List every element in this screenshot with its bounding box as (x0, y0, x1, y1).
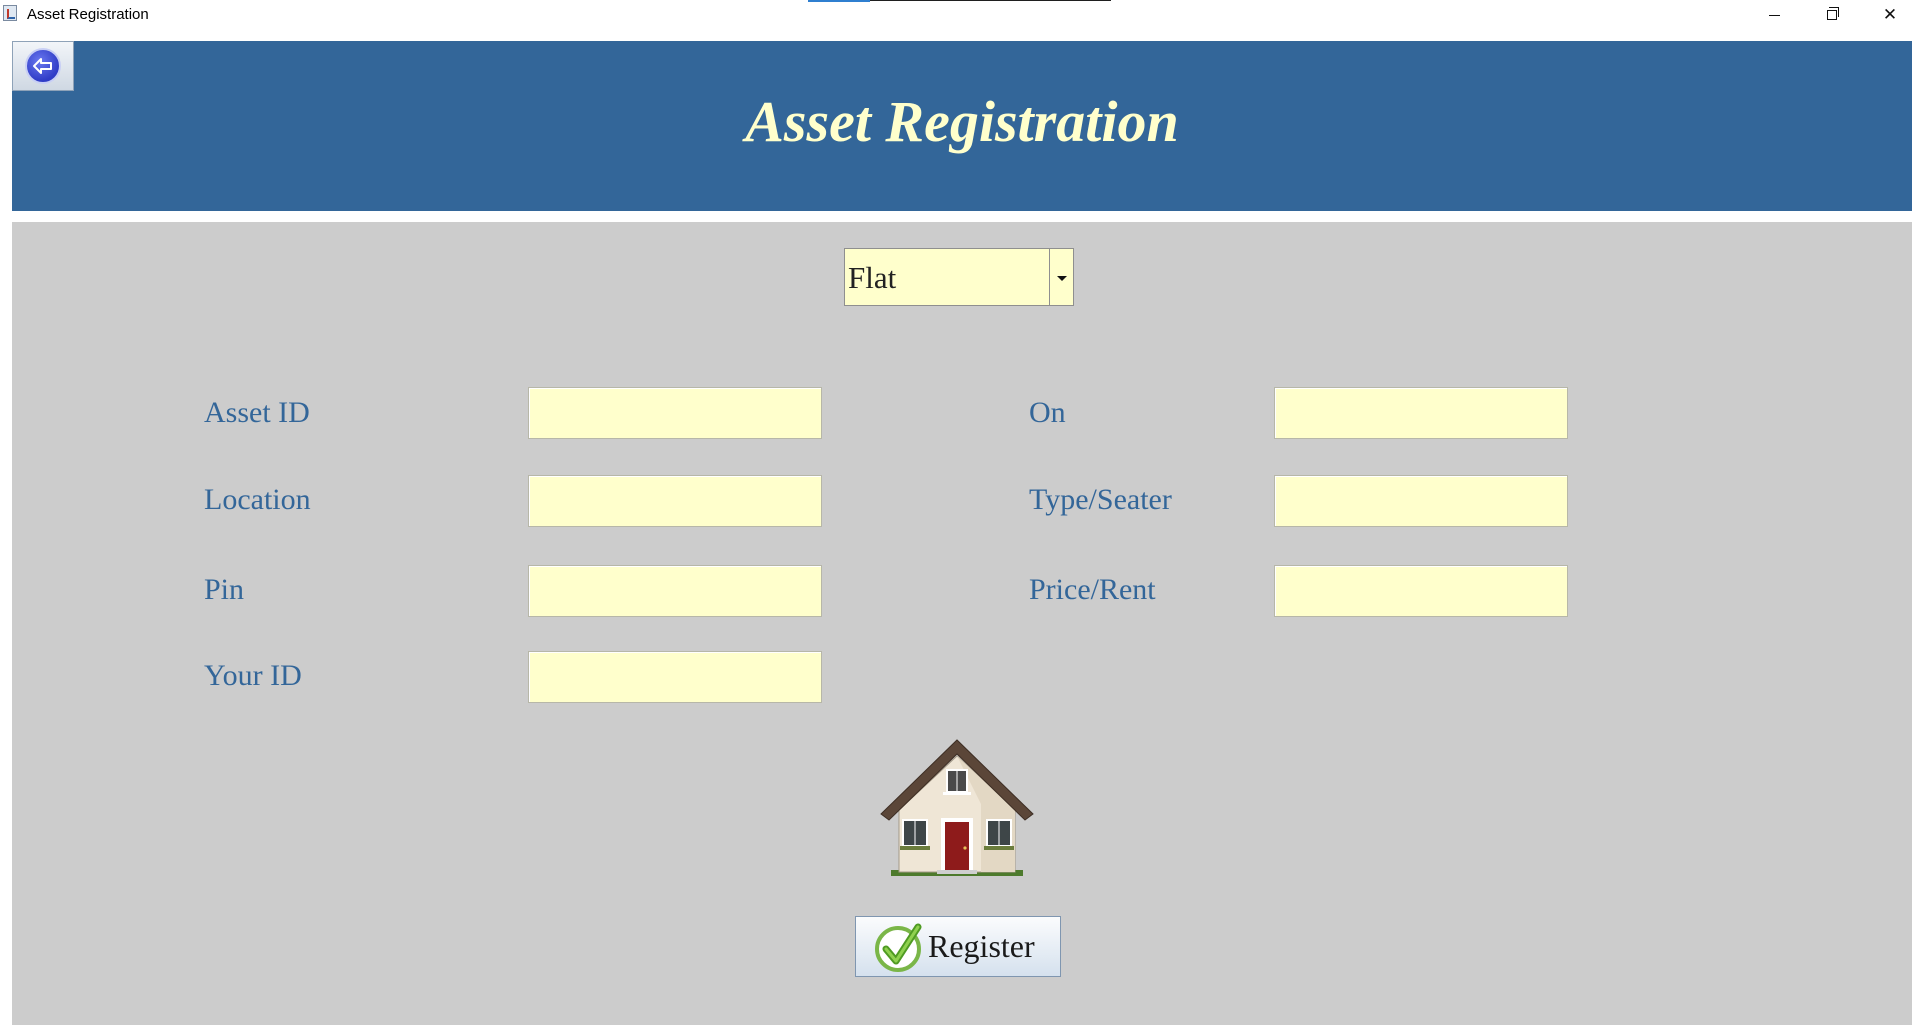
asset-type-selected: Flat (848, 260, 897, 295)
checkmark-icon (875, 923, 922, 972)
page-title: Asset Registration (745, 89, 1179, 154)
house-icon (880, 739, 1034, 876)
restore-icon (1827, 7, 1839, 20)
pin-field[interactable] (528, 565, 822, 617)
back-arrow-icon (25, 48, 61, 84)
asset-type-dropdown[interactable]: Flat (844, 248, 1074, 306)
price-rent-label: Price/Rent (1029, 573, 1156, 606)
header-banner: Asset Registration (12, 41, 1912, 211)
form-panel: Flat Asset ID Location Pin Your ID On Ty… (12, 222, 1912, 1025)
close-icon: ✕ (1882, 5, 1898, 25)
your-id-field[interactable] (528, 651, 822, 703)
asset-id-label: Asset ID (204, 396, 310, 429)
location-label: Location (204, 483, 311, 516)
asset-id-field[interactable] (528, 387, 822, 439)
on-label: On (1029, 396, 1066, 429)
minimize-button[interactable] (1745, 0, 1803, 30)
on-field[interactable] (1274, 387, 1568, 439)
minimize-icon (1768, 14, 1780, 16)
your-id-label: Your ID (204, 659, 302, 692)
pin-label: Pin (204, 573, 245, 606)
type-seater-label: Type/Seater (1029, 483, 1172, 516)
back-button[interactable] (12, 41, 74, 91)
price-rent-field[interactable] (1274, 565, 1568, 617)
location-field[interactable] (528, 475, 822, 527)
close-button[interactable]: ✕ (1861, 0, 1917, 30)
window-title: Asset Registration (27, 6, 149, 23)
java-app-icon (3, 5, 17, 21)
type-seater-field[interactable] (1274, 475, 1568, 527)
taskbar-accent (808, 0, 1111, 2)
window-titlebar: Asset Registration ✕ (0, 0, 1917, 30)
restore-button[interactable] (1803, 0, 1861, 30)
register-button[interactable]: Register (855, 916, 1061, 977)
register-label: Register (928, 928, 1035, 964)
chevron-down-icon[interactable] (1049, 249, 1073, 305)
